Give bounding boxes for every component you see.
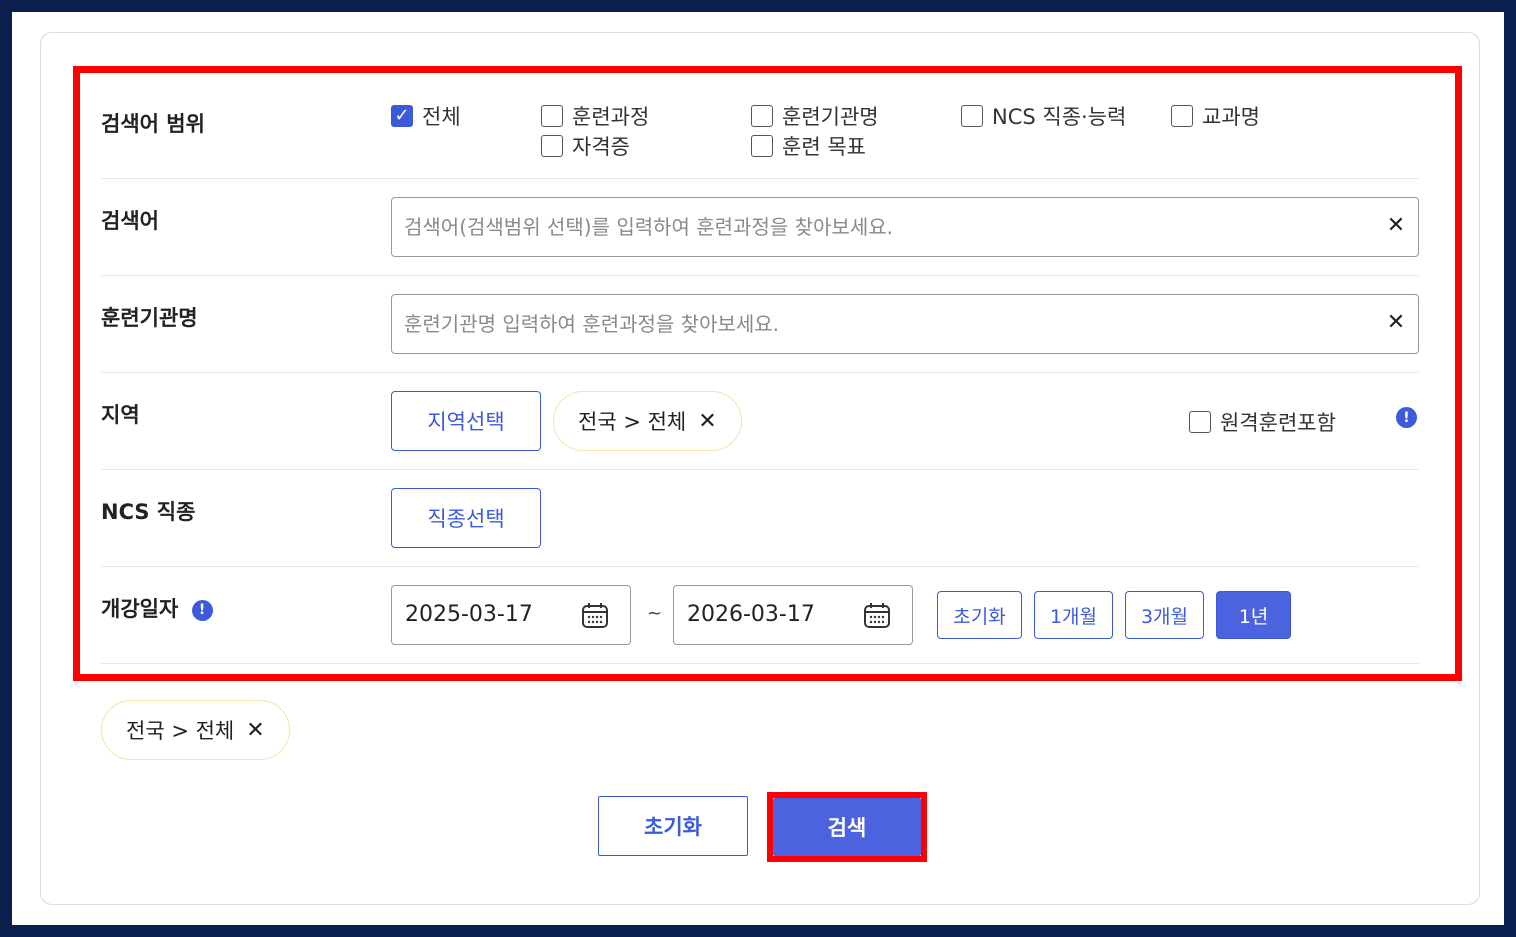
clear-icon[interactable]: ✕ bbox=[1384, 311, 1408, 335]
region-chip[interactable]: 전국 > 전체 ✕ bbox=[553, 391, 742, 451]
calendar-icon[interactable] bbox=[862, 600, 892, 630]
region-chip-label: 전국 > 전체 bbox=[578, 410, 687, 434]
scope-option-label: 자격증 bbox=[572, 135, 630, 159]
scope-option-certificate[interactable]: 자격증 bbox=[541, 131, 630, 161]
checkbox-icon[interactable] bbox=[1189, 411, 1211, 433]
institution-field[interactable]: ✕ bbox=[391, 294, 1419, 354]
scope-option-label: 훈련기관명 bbox=[782, 105, 879, 129]
period-reset-button[interactable]: 초기화 bbox=[937, 591, 1022, 639]
keyword-label: 검색어 bbox=[101, 209, 159, 233]
clear-icon[interactable]: ✕ bbox=[1384, 214, 1408, 238]
date-separator: ~ bbox=[647, 603, 663, 624]
reset-button[interactable]: 초기화 bbox=[598, 796, 748, 856]
remote-training-checkbox[interactable]: 원격훈련포함 bbox=[1189, 407, 1336, 437]
scope-option-institution[interactable]: 훈련기관명 bbox=[751, 101, 879, 131]
ncs-label: NCS 직종 bbox=[101, 500, 196, 524]
ncs-select-button[interactable]: 직종선택 bbox=[391, 488, 541, 548]
scope-option-subject[interactable]: 교과명 bbox=[1171, 101, 1260, 131]
keyword-field[interactable]: ✕ bbox=[391, 197, 1419, 257]
institution-row: 훈련기관명 ✕ bbox=[101, 276, 1419, 373]
checkbox-icon[interactable] bbox=[541, 105, 563, 127]
remote-training-label: 원격훈련포함 bbox=[1220, 411, 1336, 435]
checkbox-icon[interactable] bbox=[751, 105, 773, 127]
calendar-icon[interactable] bbox=[580, 600, 610, 630]
period-1month-button[interactable]: 1개월 bbox=[1034, 591, 1113, 639]
remove-icon[interactable]: ✕ bbox=[698, 409, 716, 434]
keyword-input[interactable] bbox=[404, 198, 1364, 256]
institution-label: 훈련기관명 bbox=[101, 306, 198, 330]
scope-option-ncs[interactable]: NCS 직종·능력 bbox=[961, 101, 1126, 131]
selected-region-chip[interactable]: 전국 > 전체 ✕ bbox=[101, 700, 290, 760]
region-label: 지역 bbox=[101, 403, 140, 427]
scope-option-label: 교과명 bbox=[1202, 105, 1260, 129]
start-date-field[interactable]: 2025-03-17 bbox=[391, 585, 631, 645]
end-date-field[interactable]: 2026-03-17 bbox=[673, 585, 913, 645]
scope-option-label: NCS 직종·능력 bbox=[992, 105, 1127, 129]
checkbox-icon[interactable] bbox=[1171, 105, 1193, 127]
info-icon[interactable]: ! bbox=[191, 599, 213, 621]
checkbox-icon[interactable] bbox=[751, 135, 773, 157]
search-button[interactable]: 검색 bbox=[773, 798, 921, 856]
selected-chip-label: 전국 > 전체 bbox=[126, 719, 235, 743]
scope-option-label: 전체 bbox=[422, 105, 461, 129]
scope-row: 검색어 범위 전체 훈련과정 자격증 훈련기관명 훈련 목표 NCS 직종·능력… bbox=[101, 96, 1419, 179]
period-3month-button[interactable]: 3개월 bbox=[1125, 591, 1204, 639]
period-1year-button[interactable]: 1년 bbox=[1216, 591, 1291, 639]
scope-option-label: 훈련 목표 bbox=[782, 135, 866, 159]
scope-option-all[interactable]: 전체 bbox=[391, 101, 461, 131]
open-date-row: 개강일자 ! 2025-03-17 ~ 2026-03-17 초기화 1개월 3… bbox=[101, 567, 1419, 664]
remove-icon[interactable]: ✕ bbox=[246, 718, 264, 743]
open-date-label-wrap: 개강일자 ! bbox=[101, 593, 213, 623]
scope-label: 검색어 범위 bbox=[101, 112, 205, 136]
checkbox-checked-icon[interactable] bbox=[391, 105, 413, 127]
keyword-row: 검색어 ✕ bbox=[101, 179, 1419, 276]
institution-input[interactable] bbox=[404, 295, 1364, 353]
info-icon[interactable]: ! bbox=[1396, 407, 1417, 428]
search-button-highlight: 검색 bbox=[767, 792, 927, 862]
checkbox-icon[interactable] bbox=[961, 105, 983, 127]
ncs-row: NCS 직종 직종선택 bbox=[101, 470, 1419, 567]
end-date-value: 2026-03-17 bbox=[687, 602, 815, 627]
checkbox-icon[interactable] bbox=[541, 135, 563, 157]
scope-option-label: 훈련과정 bbox=[572, 105, 650, 129]
start-date-value: 2025-03-17 bbox=[405, 602, 533, 627]
scope-option-goal[interactable]: 훈련 목표 bbox=[751, 131, 866, 161]
scope-option-course[interactable]: 훈련과정 bbox=[541, 101, 649, 131]
region-select-button[interactable]: 지역선택 bbox=[391, 391, 541, 451]
region-row: 지역 지역선택 전국 > 전체 ✕ 원격훈련포함 ! bbox=[101, 373, 1419, 470]
open-date-label: 개강일자 bbox=[101, 597, 179, 621]
